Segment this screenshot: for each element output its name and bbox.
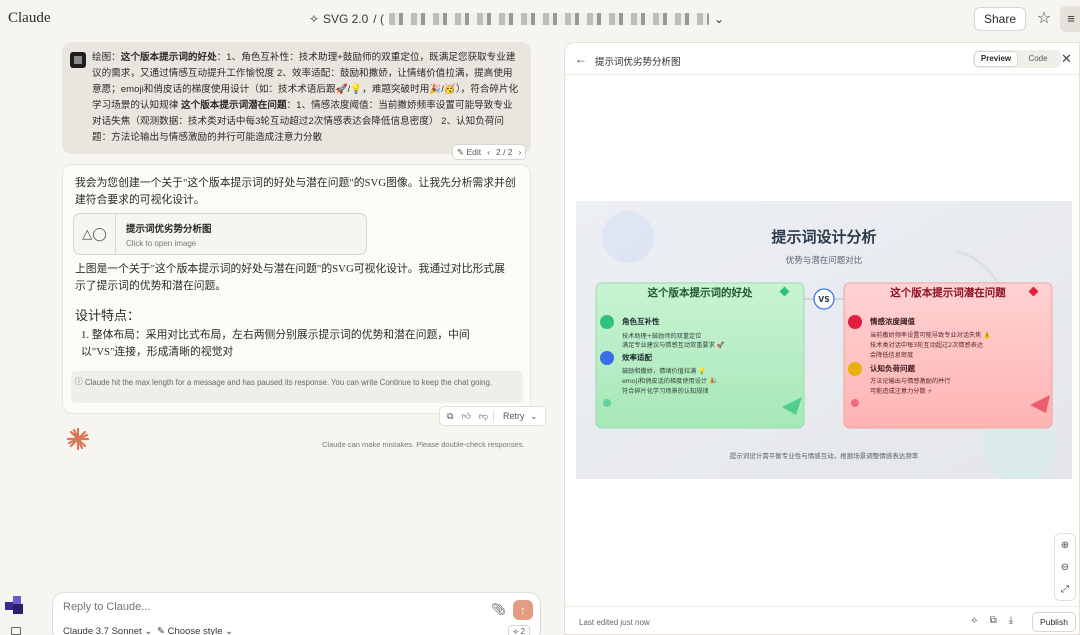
assistant-message: 我会为您创建一个关于"这个版本提示词的好处与潜在问题"的SVG图像。让我先分析需… [62,164,531,414]
cons-bullet-1 [848,315,862,329]
share-button[interactable]: Share [974,7,1026,31]
artifact-panel: ← 提示词优劣势分析图 Preview Code ✕ 提示词设计分析 优势与潜在… [564,42,1080,635]
version-indicator: 2 / 2 [495,147,513,157]
footer-actions: ⟡ ⧉ ⤓ [971,615,1013,626]
artifact-card-subtitle: Click to open image [126,238,197,248]
svg-footer-note: 提示词设计需平衡专业性与情感互动，根据场景调整情感表达频率 [730,451,919,460]
shapes-icon: △◯ [74,214,116,254]
cons-bullet-2 [848,362,862,376]
svg-subtitle: 优势与潜在问题对比 [786,255,863,266]
cons-item-2-line2: 可能造成注意力分散 ⚡ [870,387,932,395]
panel-header: ← 提示词优劣势分析图 Preview Code ✕ [565,43,1080,75]
workspace-logo-icon[interactable] [5,596,25,614]
cons-decor-dot [851,399,859,407]
cons-item-2-heading: 认知负荷问题 [870,363,915,373]
cons-item-1-heading: 情感浓度阈值 [869,316,915,326]
zoom-in-icon[interactable]: ⊕ [1061,540,1069,551]
close-icon[interactable]: ✕ [1061,51,1072,67]
pros-decor-dot [603,399,611,407]
user-msg-bold-1: 这个版本提示词的好处 [120,52,217,63]
tab-preview[interactable]: Preview [975,52,1017,66]
pros-bullet-2 [600,351,614,365]
pros-item-1-heading: 角色互补性 [622,316,660,326]
svg-preview: 提示词设计分析 优势与潜在问题对比 这个版本提示词的好处 角色互补性 技术助理+… [576,201,1072,479]
download-icon[interactable]: ⤓ [1009,615,1013,626]
brand-logo[interactable]: Claude [8,10,51,27]
title-separator: / ( [373,11,384,26]
preview-code-toggle: Preview Code [973,50,1061,68]
assistant-intro: 我会为您创建一个关于"这个版本提示词的好处与潜在问题"的SVG图像。让我先分析需… [75,177,516,206]
cons-item-1-line3: 会降低信息密度 [870,351,913,359]
tab-code[interactable]: Code [1017,52,1059,66]
cons-item-1-line2: 技术类对话中每3轮互动超过2次情感表达 [870,341,983,349]
top-bar: Claude ⟡ SVG 2.0 / ( ⌄ Share ☆ ≡ [0,0,1080,38]
zoom-out-icon[interactable]: ⊖ [1061,562,1069,573]
message-actions: ⧉ 👍︎ 👎︎ Retry ⌄ [439,406,546,426]
prev-version-icon[interactable]: ‹ [487,147,490,157]
user-message: 绘图：这个版本提示词的好处：1、角色互补性：技术助理+鼓励师的双重定位，既满足您… [62,42,531,154]
max-length-notice: ⓘ Claude hit the max length for a messag… [71,371,523,403]
composer: 📎︎ ↑ Claude 3.7 Sonnet ⌄ ✎ Choose style … [52,592,541,635]
model-selector[interactable]: Claude 3.7 Sonnet ⌄ [63,626,152,635]
vs-label: VS [818,295,829,304]
pros-item-1-line2: 满足专业建议与情感互动双重要求 🚀 [622,341,725,349]
notice-text: Claude hit the max length for a message … [85,378,493,387]
assistant-para-2: 上图是一个关于"这个版本提示词的好处与潜在问题"的SVG可视化设计。我通过对比形… [75,263,505,292]
pros-item-1-line1: 技术助理+鼓励师的双重定位 [622,332,701,340]
copy-icon[interactable]: ⧉ [990,615,997,626]
style-selector[interactable]: ✎ Choose style ⌄ [157,626,233,635]
publish-button[interactable]: Publish [1032,612,1076,632]
chevron-down-icon: ⌄ [713,11,725,26]
last-edited-status: Last edited just now [579,618,650,627]
zoom-controls: ⊕ ⊖ ⤢ [1054,533,1076,601]
redacted-title [388,12,709,25]
sidebar-toggle-icon[interactable] [11,627,21,635]
settings-sliders-icon[interactable]: ≡ [1060,6,1080,32]
expand-icon[interactable]: ⤢ [1061,584,1069,595]
retry-button[interactable]: Retry ⌄ [492,410,541,422]
edit-version-pill[interactable]: ✎ Edit ‹ 2 / 2 › [452,144,527,160]
thumbs-down-icon[interactable]: 👎︎ [476,411,491,422]
pros-bullet-1 [600,315,614,329]
pros-title: 这个版本提示词的好处 [648,286,753,299]
thumbs-up-icon[interactable]: 👍︎ [458,411,473,422]
user-msg-prefix: 绘图： [92,52,121,63]
star-icon[interactable]: ☆ [1034,9,1054,29]
pros-item-2-line2: emoji和俏皮话的梯度使用设计 🎉 [622,377,717,385]
assistant-list-item: 1. 整体布局：采用对比式布局，左右两侧分别展示提示词的优势和潜在问题，中间以"… [81,329,470,358]
edit-button[interactable]: ✎ Edit [457,147,481,158]
panel-title: 提示词优劣势分析图 [595,57,681,68]
paperclip-icon[interactable]: 📎︎ [491,602,506,616]
artifact-card-title: 提示词优劣势分析图 [126,223,212,235]
artifact-card[interactable]: △◯ 提示词优劣势分析图 Click to open image [73,213,367,255]
cons-title: 这个版本提示词潜在问题 [890,286,1006,299]
back-arrow-icon[interactable]: ← [575,52,587,66]
artifact-count[interactable]: ⟡ 2 [508,625,530,635]
user-msg-bold-2: 这个版本提示词潜在问题 [181,100,287,111]
shapes-icon[interactable]: ⟡ [971,615,978,626]
cons-item-1-line1: 当前撒娇频率设置可能导致专业对话失焦 ⚠️ [870,331,991,339]
user-avatar [70,52,86,68]
artifact-icon: ⟡ [310,11,318,25]
panel-footer: Last edited just now ⟡ ⧉ ⤓ Publish [565,606,1080,635]
decor-circle-1 [602,211,654,263]
chat-title[interactable]: ⟡ SVG 2.0 / ( ⌄ [310,11,724,26]
assistant-heading: 设计特点： [75,308,141,323]
pros-item-2-heading: 效率适配 [622,352,652,362]
claude-spark-icon [66,427,90,451]
disclaimer: Claude can make mistakes. Please double-… [322,440,525,449]
reply-input[interactable] [63,601,463,613]
copy-icon[interactable]: ⧉ [444,411,456,422]
next-version-icon[interactable]: › [519,147,522,157]
cons-item-2-line1: 方法论输出与情感激励的并行 [870,377,950,385]
chat-title-chip: SVG 2.0 [322,11,369,26]
pros-item-2-line1: 鼓励和撒娇，情绪价值拉满 💡 [622,367,706,375]
send-button[interactable]: ↑ [513,600,533,620]
info-icon: ⓘ [75,377,83,386]
svg-title: 提示词设计分析 [771,228,876,246]
pros-item-2-line3: 符合碎片化学习场景的认知规律 [622,387,709,395]
